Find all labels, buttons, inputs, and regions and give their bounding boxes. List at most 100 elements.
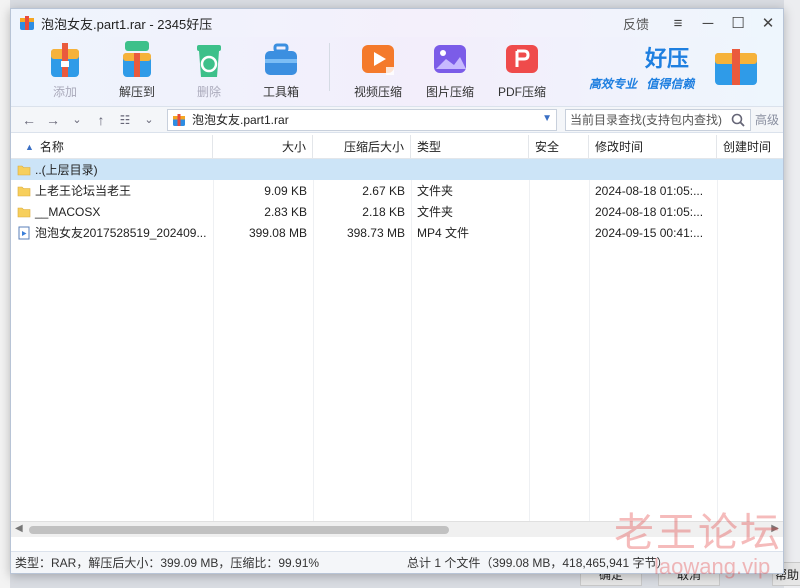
cell-name-text: __MACOSX bbox=[35, 204, 101, 219]
table-row[interactable]: 上老王论坛当老王 9.09 KB 2.67 KB 文件夹 2024-08-18 01:0… bbox=[11, 180, 783, 201]
file-list-body: ..(上层目录) 上老王论坛当老王 9.09 KB 2.67 KB 文件夹 2024-08… bbox=[11, 159, 783, 243]
search-input[interactable]: 当前目录查找(支持包内查找) bbox=[565, 108, 751, 131]
status-bar: 类型：RAR，解压后大小：399.09 MB，压缩比：99.91% 总计 1 个… bbox=[11, 551, 783, 573]
cell-type: 文件夹 bbox=[411, 203, 529, 220]
column-header-security[interactable]: 安全 bbox=[529, 135, 589, 158]
video-compress-button[interactable]: 视频压缩 bbox=[342, 37, 414, 100]
cell-modified-text: 2024-08-18 01:05:... bbox=[595, 204, 704, 219]
archive-file-icon bbox=[173, 113, 185, 126]
search-icon[interactable] bbox=[730, 112, 746, 128]
cell-type: MP4 文件 bbox=[411, 224, 529, 241]
path-text: 泡泡女友.part1.rar bbox=[192, 113, 289, 127]
haozip-brand: 好压 高效专业 值得信赖 bbox=[589, 39, 759, 95]
image-compress-label: 图片压缩 bbox=[425, 85, 474, 99]
up-arrow-icon[interactable]: ↑ bbox=[89, 108, 113, 132]
history-chevron-icon[interactable]: ⌄ bbox=[65, 108, 89, 132]
pdf-compress-label: PDF压缩 bbox=[497, 85, 546, 99]
brand-archive-icon bbox=[715, 49, 757, 85]
pdf-compress-button[interactable]: PDF压缩 bbox=[486, 37, 558, 100]
cell-name: 上老王论坛当老王 bbox=[11, 182, 213, 199]
sort-arrow-icon: ▲ bbox=[25, 141, 34, 152]
forward-arrow-icon[interactable]: → bbox=[41, 108, 65, 132]
cell-size: 2.83 KB bbox=[213, 205, 313, 219]
cell-name: ..(上层目录) bbox=[11, 161, 213, 178]
cell-type-text: 文件夹 bbox=[417, 205, 454, 219]
file-list-header: ▲ 名称 大小 压缩后大小 类型 安全 修改时间 创建时间 bbox=[11, 135, 783, 159]
table-row[interactable]: __MACOSX 2.83 KB 2.18 KB 文件夹 2024-08-18 01:0… bbox=[11, 201, 783, 222]
cell-size-text: 399.08 MB bbox=[248, 225, 307, 240]
folder-icon bbox=[17, 207, 31, 217]
cell-packed-text: 398.73 MB bbox=[346, 225, 405, 240]
cell-name: __MACOSX bbox=[11, 205, 213, 219]
archive-window: 泡泡女友.part1.rar - 2345好压 反馈 ≡ ─ ☐ ✕ 添加 解压… bbox=[10, 8, 784, 574]
pdf-compress-icon bbox=[506, 45, 538, 73]
scroll-left-icon[interactable]: ◀ bbox=[15, 523, 23, 534]
cell-name: 泡泡女友2017528519_202409... bbox=[11, 224, 213, 241]
column-header-created[interactable]: 创建时间 bbox=[717, 135, 783, 158]
cell-size: 9.09 KB bbox=[213, 184, 313, 198]
view-mode-chevron-icon[interactable]: ⌄ bbox=[137, 108, 161, 132]
extract-to-button[interactable]: 解压到 bbox=[101, 37, 173, 100]
recycle-delete-icon bbox=[197, 45, 221, 77]
close-button[interactable]: ✕ bbox=[753, 9, 783, 37]
cell-size-text: 9.09 KB bbox=[264, 183, 307, 198]
status-archive-info: 类型：RAR，解压后大小：399.09 MB，压缩比：99.91% bbox=[15, 556, 320, 570]
table-row[interactable]: ..(上层目录) bbox=[11, 159, 783, 180]
back-arrow-icon[interactable]: ← bbox=[17, 108, 41, 132]
column-header-type[interactable]: 类型 bbox=[411, 135, 529, 158]
address-bar: ← → ⌄ ↑ ☷ ⌄ 泡泡女友.part1.rar ▼ 当前目录查找(支持包内… bbox=[11, 107, 783, 133]
column-header-name[interactable]: ▲ 名称 bbox=[11, 135, 213, 158]
cell-size: 399.08 MB bbox=[213, 226, 313, 240]
minimize-button[interactable]: ─ bbox=[693, 9, 723, 37]
column-header-name-label: 名称 bbox=[39, 140, 64, 154]
delete-button[interactable]: 删除 bbox=[173, 37, 245, 100]
brand-slogan-2: 值得信赖 bbox=[646, 77, 695, 91]
scroll-right-icon[interactable]: ▶ bbox=[771, 523, 779, 534]
folder-icon bbox=[17, 165, 31, 175]
table-row[interactable]: 泡泡女友2017528519_202409... 399.08 MB 398.73 … bbox=[11, 222, 783, 243]
toolbox-button[interactable]: 工具箱 bbox=[245, 37, 317, 100]
cell-type-text: 文件夹 bbox=[417, 184, 454, 198]
feedback-link[interactable]: 反馈 bbox=[623, 14, 649, 33]
cell-packed-text: 2.67 KB bbox=[362, 183, 405, 198]
cell-size-text: 2.83 KB bbox=[264, 204, 307, 219]
brand-name: 好压 bbox=[645, 47, 690, 72]
add-archive-icon bbox=[51, 43, 79, 77]
cell-name-text: 上老王论坛当老王 bbox=[35, 184, 132, 198]
horizontal-scrollbar[interactable]: ◀ ▶ bbox=[11, 521, 783, 537]
window-title: 泡泡女友.part1.rar - 2345好压 bbox=[41, 16, 213, 32]
cell-modified: 2024-08-18 01:05:... bbox=[589, 184, 717, 198]
toolbar-separator bbox=[329, 43, 330, 91]
advanced-search-link[interactable]: 高级 bbox=[755, 111, 779, 128]
column-header-packed-size[interactable]: 压缩后大小 bbox=[313, 135, 411, 158]
cell-name-text: 泡泡女友2017528519_202409... bbox=[35, 226, 207, 240]
image-compress-button[interactable]: 图片压缩 bbox=[414, 37, 486, 100]
cell-modified-text: 2024-08-18 01:05:... bbox=[595, 183, 704, 198]
path-dropdown-icon[interactable]: ▼ bbox=[542, 113, 552, 124]
brand-slogan: 高效专业 值得信赖 bbox=[589, 75, 700, 92]
folder-icon bbox=[17, 186, 31, 196]
column-header-modified[interactable]: 修改时间 bbox=[589, 135, 717, 158]
add-button[interactable]: 添加 bbox=[29, 37, 101, 100]
desktop-left-strip bbox=[0, 0, 10, 588]
video-compress-icon bbox=[362, 45, 394, 75]
cell-packed: 2.67 KB bbox=[313, 184, 411, 198]
menu-button[interactable]: ≡ bbox=[663, 9, 693, 37]
column-header-size[interactable]: 大小 bbox=[213, 135, 313, 158]
cell-type-text: MP4 文件 bbox=[417, 226, 470, 240]
add-button-label: 添加 bbox=[52, 85, 77, 99]
cell-packed-text: 2.18 KB bbox=[362, 204, 405, 219]
cell-packed: 398.73 MB bbox=[313, 226, 411, 240]
scrollbar-thumb[interactable] bbox=[29, 526, 449, 534]
cell-modified: 2024-08-18 01:05:... bbox=[589, 205, 717, 219]
cell-name-text: ..(上层目录) bbox=[35, 163, 98, 177]
view-mode-icon[interactable]: ☷ bbox=[113, 108, 137, 132]
title-bar: 泡泡女友.part1.rar - 2345好压 反馈 ≡ ─ ☐ ✕ bbox=[11, 9, 783, 37]
cell-type: 文件夹 bbox=[411, 182, 529, 199]
path-field[interactable]: 泡泡女友.part1.rar ▼ bbox=[167, 108, 557, 131]
status-total: 总计 1 个文件（399.08 MB，418,465,941 字节） bbox=[407, 556, 669, 570]
search-placeholder: 当前目录查找(支持包内查找) bbox=[570, 113, 722, 127]
extract-to-label: 解压到 bbox=[118, 85, 155, 99]
haozip-app-icon bbox=[20, 16, 34, 30]
maximize-button[interactable]: ☐ bbox=[723, 9, 753, 37]
